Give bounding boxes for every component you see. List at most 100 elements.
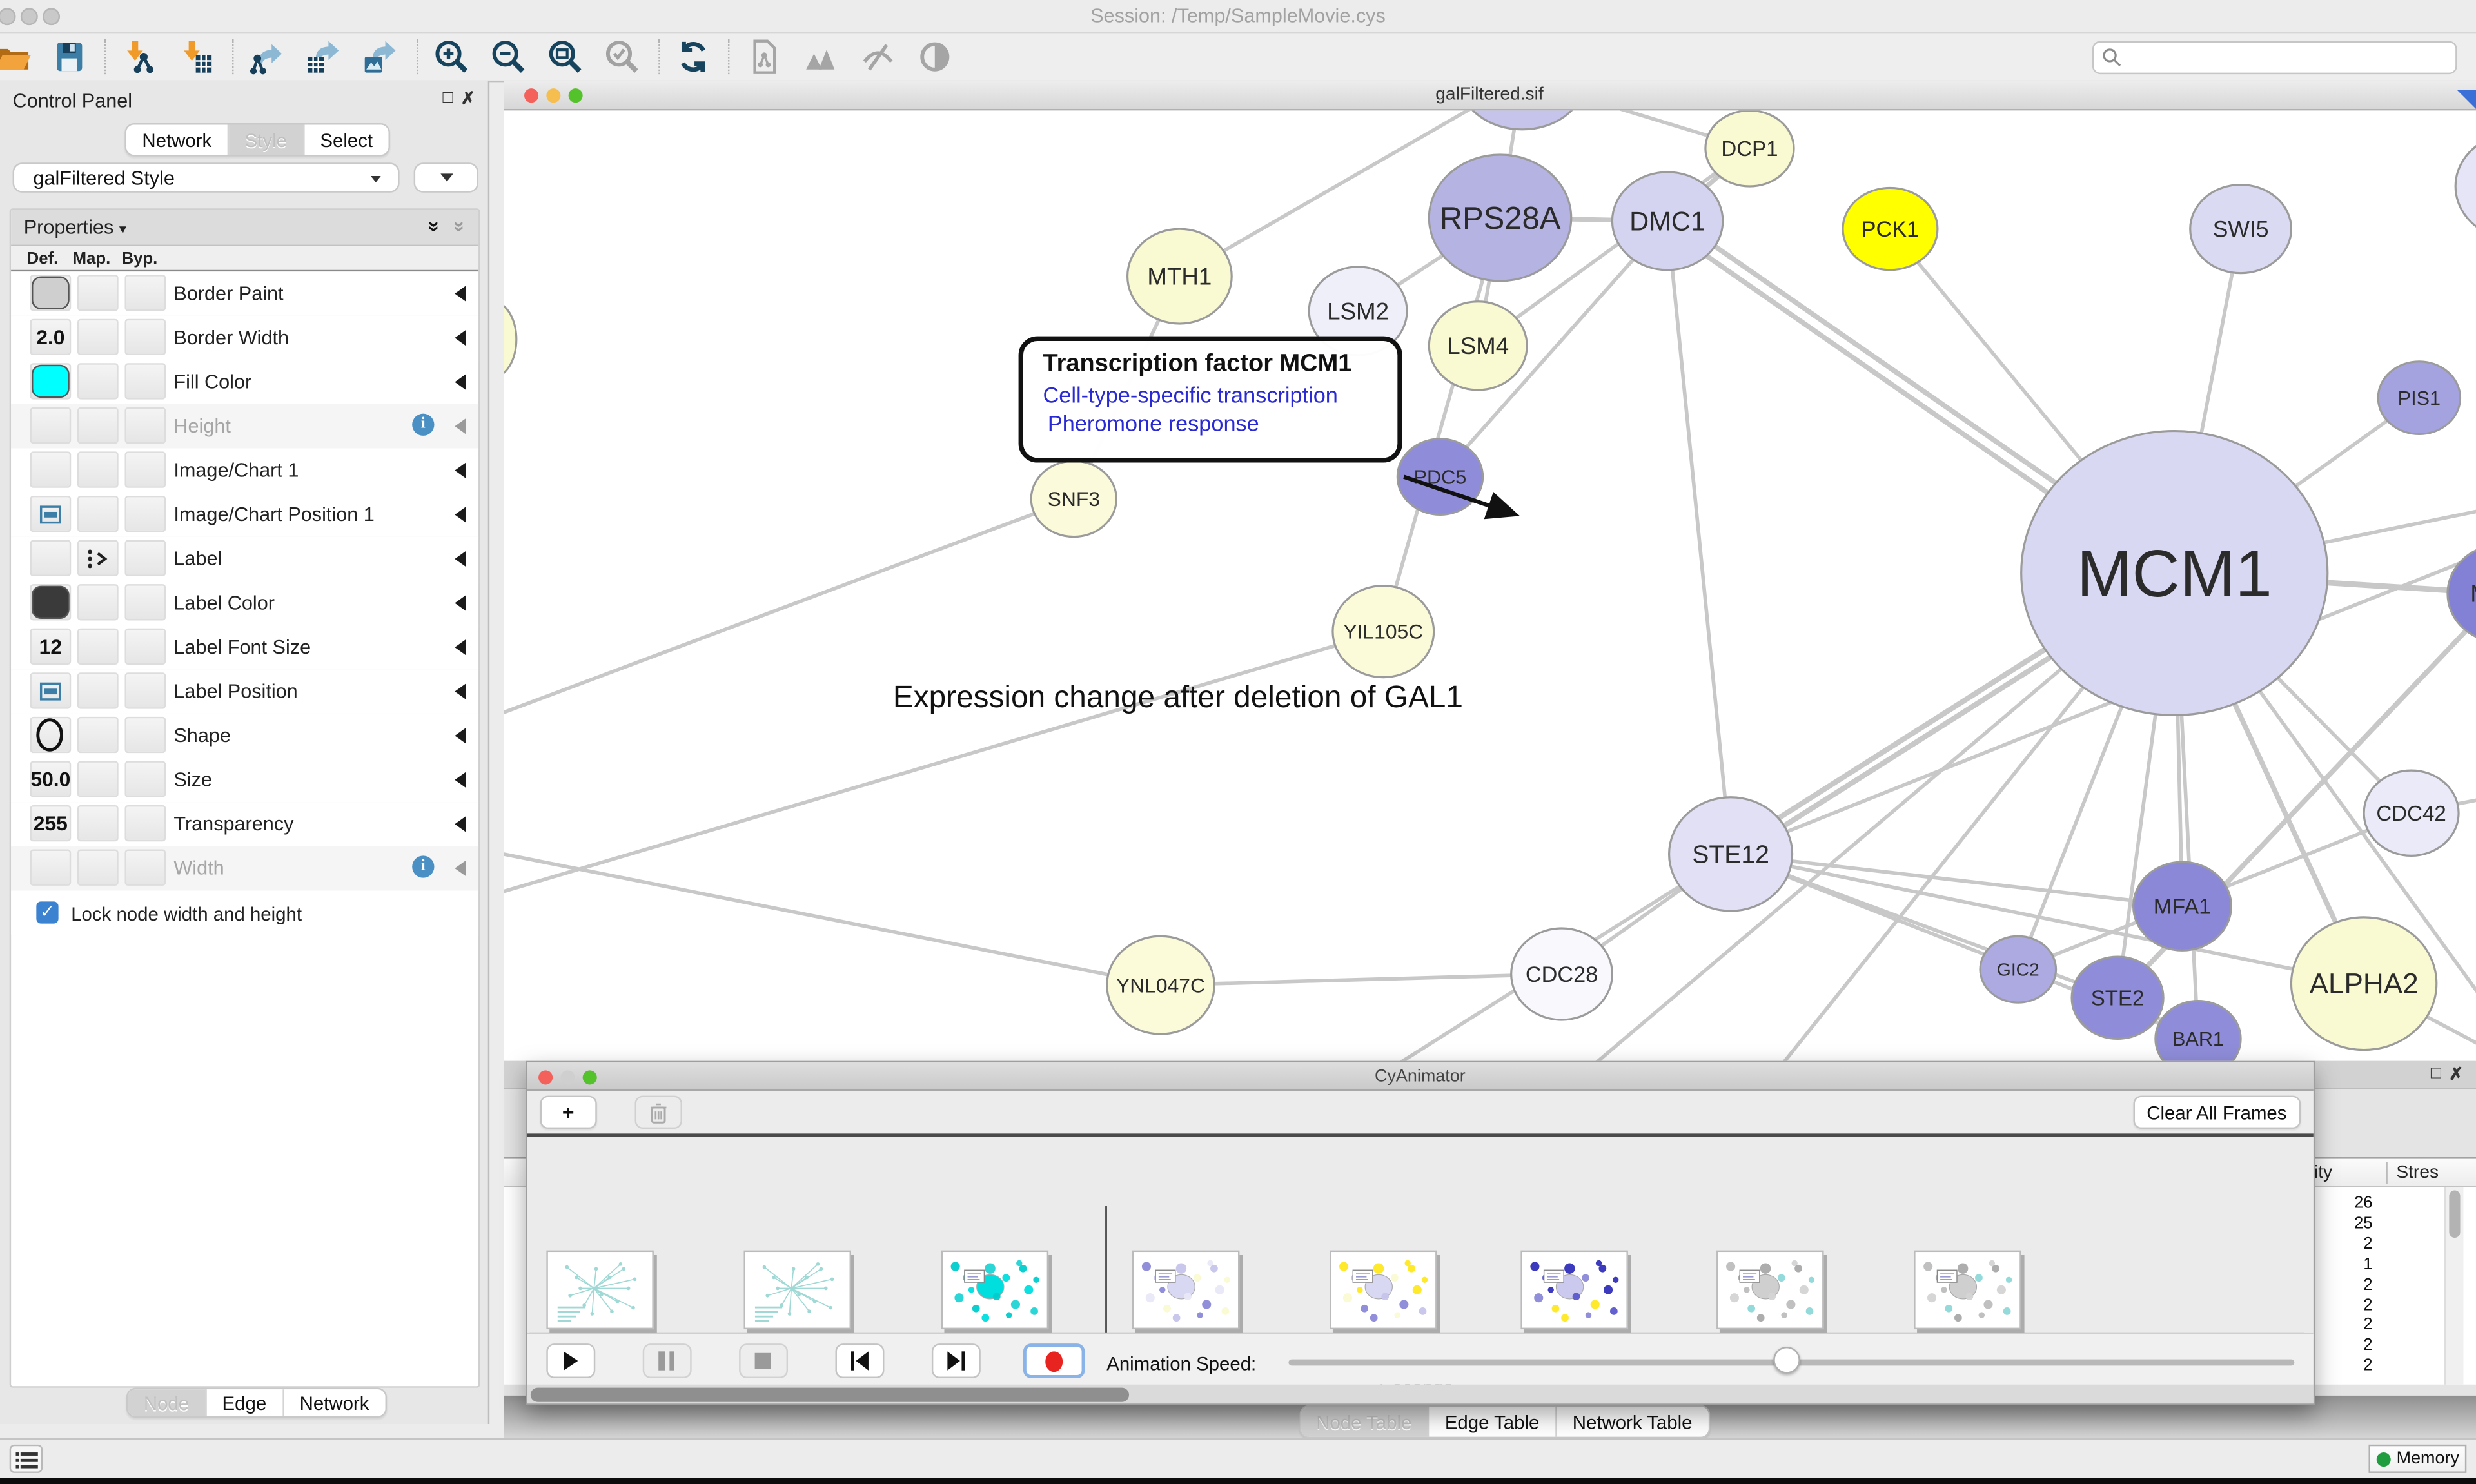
- frame-thumbnail-1[interactable]: [546, 1251, 654, 1329]
- node-dmc1[interactable]: DMC1: [1611, 172, 1722, 270]
- node-gal80[interactable]: GAL80: [2455, 133, 2476, 240]
- scrollbar-thumb[interactable]: [530, 1387, 1128, 1401]
- node-mfa2[interactable]: MFA2: [2447, 545, 2476, 643]
- table-cell-value[interactable]: 2: [2310, 1295, 2373, 1314]
- expand-row-icon[interactable]: [455, 418, 466, 434]
- memory-button[interactable]: Memory: [2368, 1445, 2466, 1473]
- expand-row-icon[interactable]: [455, 728, 466, 743]
- property-row-fill-color[interactable]: Fill Color: [11, 360, 478, 405]
- table-cell-value[interactable]: 26: [2310, 1193, 2373, 1212]
- add-frame-button[interactable]: +: [540, 1096, 596, 1129]
- scrollbar-thumb[interactable]: [2448, 1191, 2459, 1238]
- tab-network[interactable]: Network: [126, 124, 229, 155]
- property-row-image-chart-position-1[interactable]: Image/Chart Position 1: [11, 493, 478, 538]
- edge-DMC1-STE12[interactable]: [1667, 221, 1730, 854]
- float-panel-icon[interactable]: □: [443, 88, 453, 107]
- delete-frame-button[interactable]: [634, 1096, 682, 1129]
- node-snf3[interactable]: SNF3: [1030, 461, 1115, 537]
- mapping-cell[interactable]: [77, 496, 119, 532]
- zoom-out-icon[interactable]: [486, 36, 531, 77]
- mapping-icon[interactable]: [85, 548, 110, 578]
- table-cell-value[interactable]: 2: [2310, 1356, 2373, 1375]
- mapping-cell[interactable]: [77, 629, 119, 665]
- mapping-cell[interactable]: [77, 717, 119, 753]
- node-rps28b[interactable]: [1459, 110, 1585, 129]
- property-row-transparency[interactable]: 255Transparency: [11, 802, 478, 848]
- cyanimator-timeline[interactable]: Seconds 0123456789: [527, 1137, 2313, 1338]
- node-ste2[interactable]: STE2: [2071, 957, 2163, 1039]
- info-icon[interactable]: i: [412, 855, 434, 877]
- node-mth1[interactable]: MTH1: [1126, 229, 1231, 324]
- table-column-header[interactable]: Stres: [2396, 1164, 2439, 1182]
- property-row-size[interactable]: 50.0Size: [11, 758, 478, 804]
- frame-thumbnail-6[interactable]: [1520, 1251, 1628, 1329]
- bypass-cell[interactable]: [124, 850, 166, 886]
- bypass-cell[interactable]: [124, 672, 166, 708]
- edge-YNL047C-_L2[interactable]: [503, 851, 1160, 985]
- export-network-icon[interactable]: [243, 36, 288, 77]
- style-selector[interactable]: galFiltered Style: [13, 162, 400, 193]
- bypass-cell[interactable]: [124, 717, 166, 753]
- node-cdc28[interactable]: CDC28: [1510, 928, 1611, 1020]
- node-ynl047c[interactable]: YNL047C: [1106, 936, 1214, 1034]
- node-pis1[interactable]: PIS1: [2377, 362, 2459, 434]
- lock-checkbox[interactable]: ✓: [36, 901, 58, 923]
- timeline-playhead[interactable]: [1105, 1206, 1106, 1333]
- mapping-cell[interactable]: [77, 850, 119, 886]
- tab-style[interactable]: Style: [229, 124, 304, 155]
- position-icon[interactable]: [39, 681, 61, 709]
- bypass-cell[interactable]: [124, 540, 166, 576]
- expand-row-icon[interactable]: [455, 772, 466, 788]
- frame-thumbnail-4[interactable]: [1132, 1251, 1239, 1329]
- cyanimator-titlebar[interactable]: CyAnimator: [527, 1062, 2313, 1091]
- default-value[interactable]: 2.0: [27, 325, 74, 349]
- info-icon[interactable]: i: [412, 414, 434, 436]
- color-swatch[interactable]: [32, 365, 70, 398]
- hide-panel-icon[interactable]: [856, 36, 900, 77]
- edge-YIL105C-_L3[interactable]: [503, 632, 1382, 895]
- tab-edge-table[interactable]: Edge Table: [1429, 1407, 1557, 1437]
- node-cdc42[interactable]: CDC42: [2363, 770, 2458, 855]
- column-divider[interactable]: [2385, 1162, 2386, 1184]
- node-lsm4[interactable]: LSM4: [1428, 302, 1526, 390]
- node-rps28a[interactable]: RPS28A: [1428, 155, 1570, 281]
- table-column-header[interactable]: ity: [2314, 1164, 2332, 1182]
- edge-YNL047C-CDC28[interactable]: [1160, 974, 1561, 985]
- property-row-width[interactable]: Widthi: [11, 846, 478, 892]
- property-row-label-position[interactable]: Label Position: [11, 669, 478, 715]
- ellipse-shape-icon[interactable]: [36, 718, 63, 751]
- mapping-cell[interactable]: [77, 319, 119, 355]
- node-gic2[interactable]: GIC2: [1980, 936, 2056, 1002]
- default-value-cell[interactable]: [30, 451, 72, 487]
- timeline-horizontal-scrollbar[interactable]: [527, 1385, 2313, 1403]
- mapping-cell[interactable]: [77, 761, 119, 797]
- network-window-titlebar[interactable]: galFiltered.sif: [503, 81, 2476, 111]
- node-mcm1[interactable]: MCM1: [2020, 431, 2326, 716]
- tab-select[interactable]: Select: [304, 124, 389, 155]
- expand-row-icon[interactable]: [455, 330, 466, 346]
- default-value[interactable]: 255: [27, 812, 74, 835]
- property-row-shape[interactable]: Shape: [11, 714, 478, 759]
- play-button[interactable]: [546, 1343, 595, 1378]
- open-session-icon[interactable]: [0, 36, 35, 77]
- close-panel-icon[interactable]: ✗: [461, 88, 476, 109]
- bypass-cell[interactable]: [124, 451, 166, 487]
- node-pck1[interactable]: PCK1: [1842, 188, 1937, 269]
- table-cell-value[interactable]: 2: [2310, 1316, 2373, 1334]
- annotation-link[interactable]: Cell-type-specific transcription: [1043, 382, 1397, 407]
- expand-row-icon[interactable]: [455, 507, 466, 522]
- bypass-cell[interactable]: [124, 496, 166, 532]
- zoom-fit-icon[interactable]: [543, 36, 587, 77]
- node-alpha2[interactable]: ALPHA2: [2290, 917, 2435, 1050]
- bypass-cell[interactable]: [124, 275, 166, 311]
- expand-row-icon[interactable]: [455, 286, 466, 301]
- node-ledge[interactable]: [503, 302, 516, 378]
- collapse-all-icon[interactable]: »: [448, 221, 472, 233]
- node-dcp1[interactable]: DCP1: [1705, 110, 1793, 186]
- import-network-icon[interactable]: [117, 36, 161, 77]
- annotation-text[interactable]: Expression change after deletion of GAL1: [893, 681, 1463, 717]
- show-panel-icon[interactable]: [913, 36, 958, 77]
- mapping-cell[interactable]: [77, 672, 119, 708]
- save-session-icon[interactable]: [47, 36, 92, 77]
- frame-thumbnail-7[interactable]: [1716, 1251, 1824, 1329]
